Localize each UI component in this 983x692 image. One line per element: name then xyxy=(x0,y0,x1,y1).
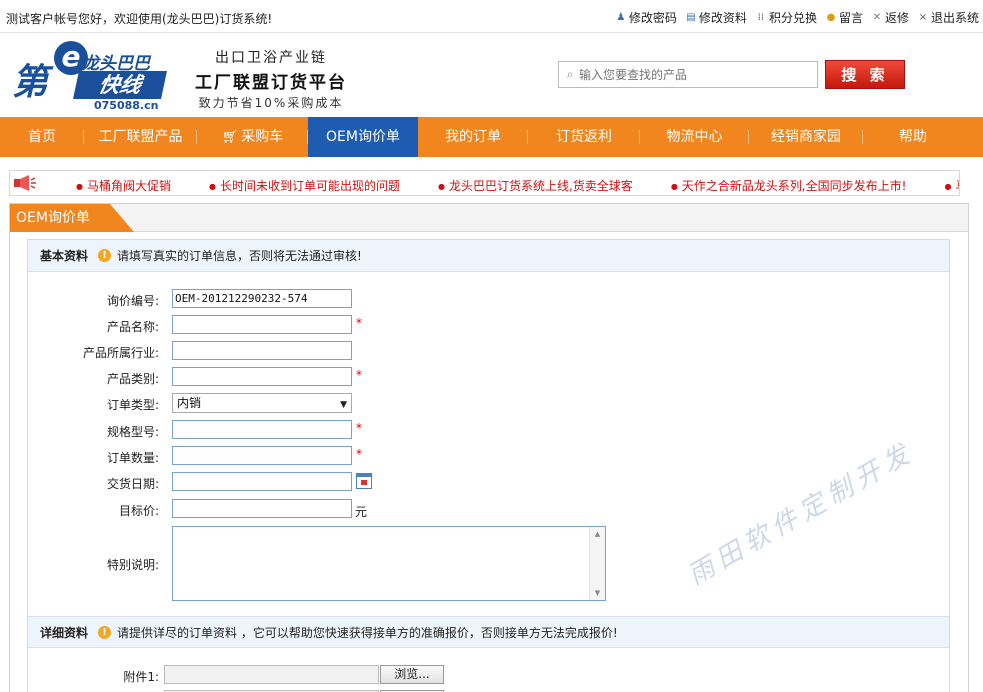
form-container: 基本资料 ! 请填写真实的订单信息，否则将无法通过审核! 询价编号: OEM-2… xyxy=(27,239,950,692)
scroll-up-arrow-icon[interactable]: ▲ xyxy=(590,527,605,541)
nav-my-orders[interactable]: 我的订单 xyxy=(418,117,528,157)
chat-bubble-icon: ● xyxy=(826,11,836,23)
welcome-text: 测试客户帐号您好，欢迎使用(龙头巴巴)订货系统! xyxy=(6,12,273,26)
notice-bar: 马桶角阀大促销 长时间未收到订单可能出现的问题 龙头巴巴订货系统上线,货卖全球客… xyxy=(9,170,960,196)
spec-row: 规格型号: * xyxy=(106,420,362,439)
panel-title: OEM询价单 xyxy=(10,204,134,232)
delivery-date-field[interactable] xyxy=(172,472,352,491)
points-exchange-link[interactable]: ⁞⁞ 积分兑换 xyxy=(755,9,817,26)
order-type-row: 订单类型: 内销 ▼ xyxy=(28,393,949,413)
profile-card-icon: ▤ xyxy=(686,11,696,23)
user-icon: ♟ xyxy=(616,11,626,23)
search-box: ⌕ xyxy=(558,61,818,88)
top-links: ♟ 修改密码 ▤ 修改资料 ⁞⁞ 积分兑换 ● 留言 ✕ 返修 × 退出系统 xyxy=(615,9,979,26)
slogan: 出口卫浴产业链 工厂联盟订货平台 致力节省10%采购成本 xyxy=(195,50,347,110)
basic-info-header: 基本资料 ! 请填写真实的订单信息，否则将无法通过审核! xyxy=(28,240,949,272)
notice-item[interactable]: 长时间未收到订单可能出现的问题 xyxy=(209,177,400,194)
header: 第 e 龙头巴巴 快线 075088.cn 出口卫浴产业链 工厂联盟订货平台 致… xyxy=(0,33,983,117)
target-price-field[interactable] xyxy=(172,499,352,518)
notes-row: 特别说明: ▲ ▼ xyxy=(28,526,949,602)
scrollbar[interactable]: ▲ ▼ xyxy=(589,527,605,600)
notes-textarea[interactable]: ▲ ▼ xyxy=(172,526,606,601)
oem-inquiry-panel: OEM询价单 基本资料 ! 请填写真实的订单信息，否则将无法通过审核! 询价编号… xyxy=(9,203,969,692)
spec-field[interactable] xyxy=(172,420,352,439)
attachment1-row: 附件1: 浏览... xyxy=(28,665,949,685)
grid-dots-icon: ⁞⁞ xyxy=(757,11,765,23)
nav-home[interactable]: 首页 xyxy=(0,117,84,157)
order-type-select[interactable]: 内销 ▼ xyxy=(172,393,352,413)
attachment1-file-field[interactable] xyxy=(164,665,379,684)
scroll-down-arrow-icon[interactable]: ▼ xyxy=(590,586,605,600)
quantity-field[interactable] xyxy=(172,446,352,465)
browse-button[interactable]: 浏览... xyxy=(380,665,444,684)
nav-dealer-home[interactable]: 经销商家园 xyxy=(749,117,863,157)
notice-item[interactable]: 马桶角阀大促销 xyxy=(76,177,171,194)
product-name-row: 产品名称: * xyxy=(106,315,362,334)
top-bar: 测试客户帐号您好，欢迎使用(龙头巴巴)订货系统! ♟ 修改密码 ▤ 修改资料 ⁞… xyxy=(0,0,983,33)
quantity-row: 订单数量: * xyxy=(106,446,362,465)
tools-icon: ✕ xyxy=(872,11,882,23)
cart-icon: 🛒︎ xyxy=(221,130,239,145)
site-logo[interactable]: 第 e 龙头巴巴 快线 075088.cn xyxy=(10,41,170,112)
industry-field[interactable] xyxy=(172,341,352,360)
nav-help[interactable]: 帮助 xyxy=(863,117,963,157)
notice-item[interactable]: 龙头巴巴订货系统上线,货卖全球客 xyxy=(438,177,633,194)
notice-item[interactable]: 马 xyxy=(944,177,959,194)
message-link[interactable]: ● 留言 xyxy=(825,9,863,26)
main-nav: 首页 工厂联盟产品 🛒︎ 采购车 OEM询价单 我的订单 订货返利 物流中心 经销… xyxy=(0,117,983,157)
nav-rebate[interactable]: 订货返利 xyxy=(528,117,640,157)
notice-item[interactable]: 天作之合新品龙头系列,全国同步发布上市! xyxy=(671,177,907,194)
close-icon: × xyxy=(918,11,928,23)
search-icon: ⌕ xyxy=(566,67,574,81)
category-row: 产品类别: * xyxy=(106,367,362,386)
nav-cart[interactable]: 🛒︎ 采购车 xyxy=(197,117,308,157)
search-input[interactable] xyxy=(577,62,817,87)
info-icon: ! xyxy=(98,249,112,262)
edit-profile-link[interactable]: ▤ 修改资料 xyxy=(685,9,747,26)
nav-logistics[interactable]: 物流中心 xyxy=(640,117,749,157)
category-field[interactable] xyxy=(172,367,352,386)
inquiry-no-field[interactable]: OEM-201212290232-574 xyxy=(172,289,352,308)
detail-info-header: 详细资料 ! 请提供详尽的订单资料 ，它可以帮助您快速获得接单方的准确报价，否则… xyxy=(28,616,949,648)
change-password-link[interactable]: ♟ 修改密码 xyxy=(615,9,677,26)
inquiry-no-row: 询价编号: OEM-201212290232-574 xyxy=(28,289,949,309)
info-icon: ! xyxy=(98,625,112,639)
nav-oem-inquiry[interactable]: OEM询价单 xyxy=(308,117,418,157)
chevron-down-icon: ▼ xyxy=(340,400,347,410)
notice-list: 马桶角阀大促销 长时间未收到订单可能出现的问题 龙头巴巴订货系统上线,货卖全球客… xyxy=(76,177,959,194)
repair-link[interactable]: ✕ 返修 xyxy=(871,9,909,26)
speaker-icon xyxy=(14,175,36,191)
nav-factory-products[interactable]: 工厂联盟产品 xyxy=(84,117,197,157)
product-name-field[interactable] xyxy=(172,315,352,334)
panel-header: OEM询价单 xyxy=(10,204,968,232)
calendar-icon[interactable] xyxy=(356,473,372,489)
industry-row: 产品所属行业: xyxy=(28,341,949,361)
logout-link[interactable]: × 退出系统 xyxy=(917,9,979,26)
search-button[interactable]: 搜 索 xyxy=(825,60,905,89)
